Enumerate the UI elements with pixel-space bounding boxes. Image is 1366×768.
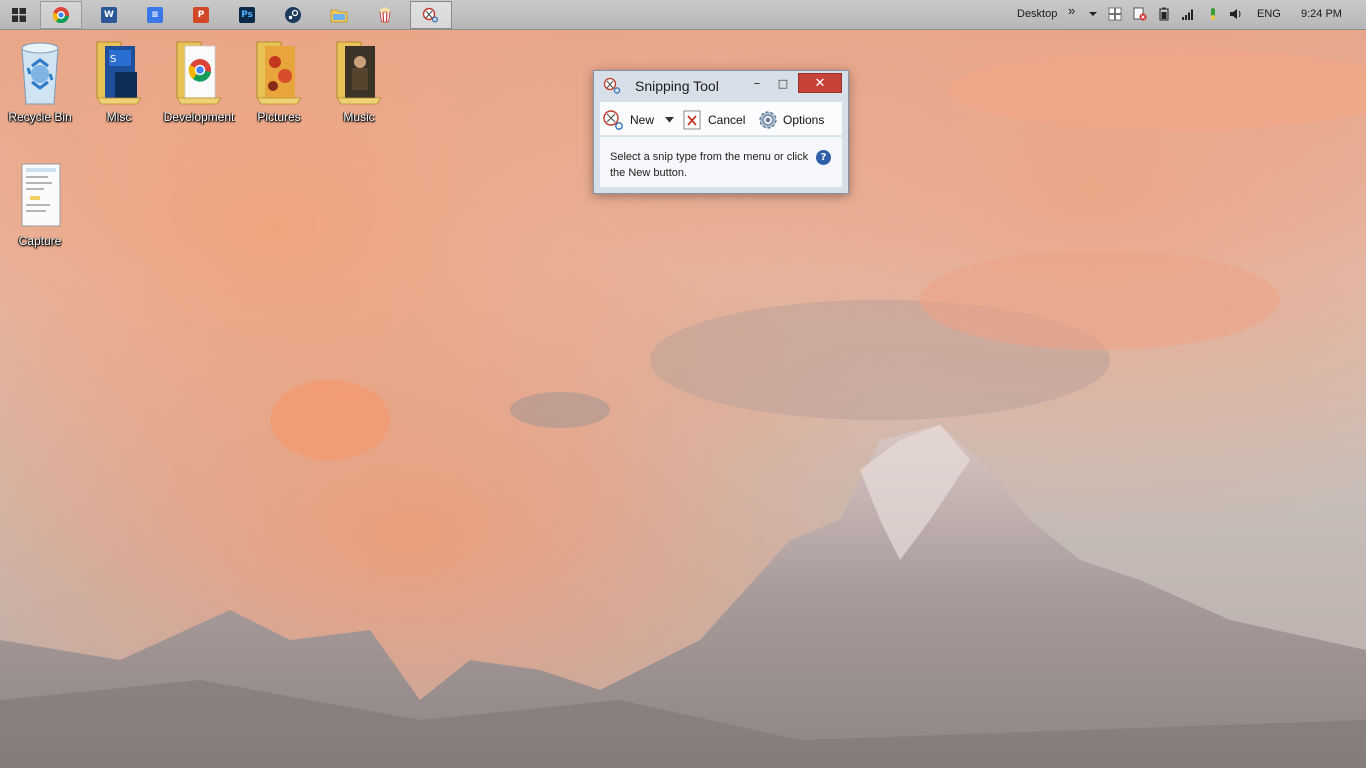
new-snip-label: New	[630, 113, 655, 127]
powerpoint-icon: P	[193, 7, 209, 23]
taskbar-docs[interactable]: ≡	[134, 1, 176, 29]
close-button[interactable]: ✕	[798, 73, 842, 93]
steam-icon	[285, 7, 301, 23]
taskbar-photoshop[interactable]: Ps	[226, 1, 268, 29]
recycle-bin-icon	[21, 42, 59, 105]
chevron-down-icon	[664, 117, 674, 123]
taskbar-file-explorer[interactable]	[318, 1, 360, 29]
options-label: Options	[783, 113, 825, 127]
window-title: Snipping Tool	[635, 78, 719, 94]
desktop-icon-capture[interactable]: Capture	[1, 160, 79, 248]
snipping-tool-window: Snipping Tool – □ ✕ New Cancel Options S…	[593, 70, 849, 194]
battery-icon[interactable]	[1157, 7, 1171, 21]
folder-icon	[336, 41, 382, 105]
desktop-icon-label: Music	[343, 110, 375, 124]
options-button[interactable]: Options	[757, 108, 824, 132]
cancel-icon	[683, 110, 701, 130]
volume-icon[interactable]	[1229, 7, 1243, 21]
taskbar: W ≡ P Ps Desktop » ENG 9:24 PM	[0, 0, 1366, 30]
cancel-label: Cancel	[708, 113, 746, 127]
svg-text:S: S	[110, 54, 116, 65]
window-title-bar[interactable]: Snipping Tool – □ ✕	[594, 71, 848, 101]
desktop-icon-misc[interactable]: S Misc	[80, 36, 158, 124]
instruction-text: Select a snip type from the menu or clic…	[610, 151, 809, 179]
desktop-icon-label: Pictures	[257, 110, 301, 124]
taskbar-steam[interactable]	[272, 1, 314, 29]
desktop-icon-label: Recycle Bin	[8, 110, 72, 124]
help-icon[interactable]: ?	[816, 150, 831, 165]
desktop-icon-recycle-bin[interactable]: Recycle Bin	[1, 36, 79, 124]
action-center-alert-icon[interactable]	[1133, 7, 1147, 21]
clock[interactable]: 9:24 PM	[1301, 8, 1342, 20]
chevron-down-icon[interactable]	[1086, 7, 1100, 21]
desktop-icon-label: Capture	[18, 234, 62, 248]
taskbar-word[interactable]: W	[88, 1, 130, 29]
document-icon: ≡	[147, 7, 163, 23]
folder-icon	[176, 41, 222, 105]
language-indicator[interactable]: ENG	[1257, 8, 1281, 20]
windows-logo-icon	[12, 8, 26, 22]
desktop-icon-pictures[interactable]: Pictures	[240, 36, 318, 124]
toolbar-overflow-button[interactable]: »	[1068, 3, 1075, 18]
gear-icon	[759, 111, 777, 129]
maximize-button[interactable]: □	[772, 73, 794, 93]
desktop-icon-label: Misc	[106, 110, 132, 124]
minimize-button[interactable]: –	[746, 73, 768, 93]
status-area: Select a snip type from the menu or clic…	[600, 137, 842, 187]
network-signal-icon[interactable]	[1181, 7, 1195, 21]
taskbar-popcorn[interactable]	[364, 1, 406, 29]
word-icon: W	[101, 7, 117, 23]
folder-icon: S	[96, 41, 142, 105]
snip-type-dropdown[interactable]	[662, 108, 676, 132]
desktop-icon-music[interactable]: Music	[320, 36, 398, 124]
cancel-snip-button[interactable]: Cancel	[682, 108, 745, 132]
taskbar-powerpoint[interactable]: P	[180, 1, 222, 29]
chrome-icon	[53, 7, 69, 23]
snipping-tool-icon	[603, 77, 621, 94]
folder-icon	[256, 41, 302, 105]
popcorn-icon	[379, 7, 391, 23]
photoshop-icon: Ps	[239, 7, 255, 23]
taskbar-chrome[interactable]	[40, 1, 82, 29]
new-snip-button[interactable]: New	[602, 108, 654, 132]
desktop-toolbar-label[interactable]: Desktop	[1017, 8, 1057, 20]
antivirus-icon[interactable]	[1206, 7, 1220, 21]
folder-icon	[330, 9, 348, 22]
taskbar-snipping-tool[interactable]	[410, 1, 452, 29]
snipping-tool-icon	[422, 7, 439, 23]
windows-flag-icon[interactable]	[1108, 7, 1122, 21]
desktop-icon-development[interactable]: Development	[160, 36, 238, 124]
new-snip-icon	[603, 110, 623, 130]
image-file-icon	[21, 163, 61, 227]
desktop-icon-label: Development	[163, 110, 235, 124]
snipping-toolbar: New Cancel Options	[600, 102, 842, 136]
start-button[interactable]	[0, 1, 38, 29]
